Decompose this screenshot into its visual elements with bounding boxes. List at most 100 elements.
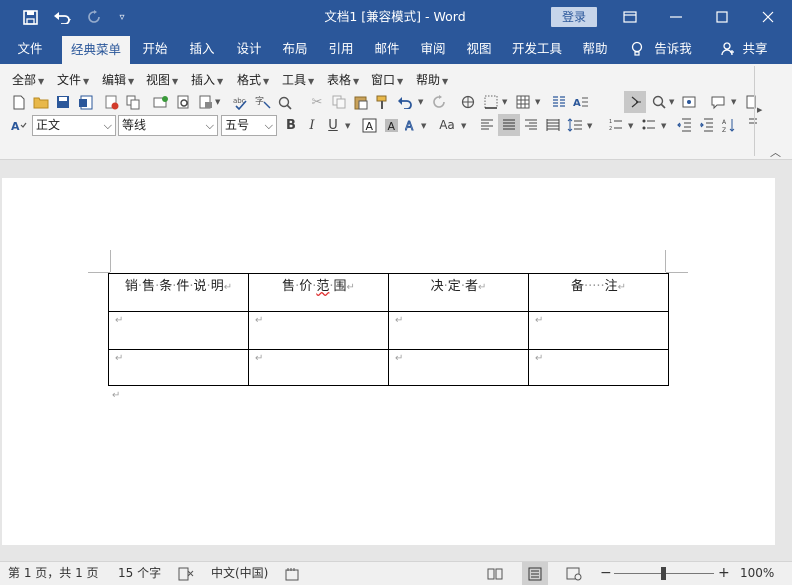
zoom-out-button[interactable]: − <box>600 562 612 585</box>
menu-tools[interactable]: 工具 ▼ <box>282 71 314 89</box>
new-document-icon[interactable] <box>10 93 28 111</box>
bullets-icon[interactable] <box>640 116 658 134</box>
spelling-icon[interactable]: abc <box>232 93 250 111</box>
word-count[interactable]: 15 个字 <box>118 562 161 585</box>
vertical-scrollbar[interactable] <box>776 160 792 561</box>
insert-table-icon[interactable] <box>514 93 532 111</box>
align-justify-icon[interactable] <box>498 114 520 136</box>
collapse-ribbon-icon[interactable]: ︿ <box>770 144 781 160</box>
print-layout-view-icon[interactable] <box>522 562 548 585</box>
undo-toolbar-icon[interactable] <box>396 93 414 111</box>
table-cell[interactable]: ↵ <box>248 349 389 386</box>
tab-developer[interactable]: 开发工具 <box>508 34 566 64</box>
share-button[interactable]: 共享 <box>738 34 772 64</box>
table-cell[interactable]: ↵ <box>388 311 529 350</box>
scroll-right-icon[interactable]: ▶ <box>757 106 762 114</box>
decrease-indent-icon[interactable] <box>675 116 693 134</box>
text-effects-icon[interactable]: A <box>403 116 421 134</box>
line-spacing-icon[interactable] <box>566 116 584 134</box>
table-cell[interactable]: ↵ <box>108 311 249 350</box>
font-size-select[interactable]: 五号 ⌵ <box>221 115 277 136</box>
change-case-icon[interactable]: Aa <box>434 116 460 134</box>
translate-icon[interactable]: 字 <box>254 93 272 111</box>
styles-pane-icon[interactable]: A <box>10 116 28 134</box>
tab-help[interactable]: 帮助 <box>576 34 614 64</box>
document-table[interactable]: 销·售·条·件·说·明↵ 售·价·范·围↵ 决·定·者↵ 备·····注↵ ↵ … <box>108 273 669 386</box>
menu-window[interactable]: 窗口 ▼ <box>371 71 403 89</box>
menu-format[interactable]: 格式 ▼ <box>237 71 269 89</box>
copy-format-icon[interactable] <box>124 93 142 111</box>
style-select[interactable]: 正文 ⌵ <box>32 115 116 136</box>
table-header-cell[interactable]: 销·售·条·件·说·明↵ <box>108 273 249 312</box>
zoom-icon[interactable] <box>650 93 668 111</box>
show-hide-marks-icon[interactable] <box>624 91 646 113</box>
tab-view[interactable]: 视图 <box>460 34 498 64</box>
zoom-level[interactable]: 100% <box>740 562 774 585</box>
menu-table[interactable]: 表格 ▼ <box>327 71 359 89</box>
redo-toolbar-icon[interactable] <box>430 93 448 111</box>
drawing-icon[interactable]: A <box>572 93 590 111</box>
table-cell[interactable]: ↵ <box>108 349 249 386</box>
read-mode-icon[interactable] <box>487 562 503 585</box>
zoom-in-button[interactable]: + <box>718 562 730 585</box>
document-page[interactable]: 销·售·条·件·说·明↵ 售·价·范·围↵ 决·定·者↵ 备·····注↵ ↵ … <box>2 178 775 545</box>
char-shading-icon[interactable]: A <box>382 116 400 134</box>
table-header-cell[interactable]: 决·定·者↵ <box>388 273 529 312</box>
macro-record-icon[interactable] <box>285 562 299 585</box>
sort-icon[interactable]: AZ <box>720 116 738 134</box>
minimize-icon[interactable] <box>656 0 696 34</box>
tab-layout[interactable]: 布局 <box>276 34 314 64</box>
tab-review[interactable]: 审阅 <box>414 34 452 64</box>
reading-mode-icon[interactable] <box>680 93 698 111</box>
menu-help[interactable]: 帮助 ▼ <box>416 71 448 89</box>
tab-classic-menu[interactable]: 经典菜单 <box>62 36 130 64</box>
menu-view[interactable]: 视图 ▼ <box>146 71 178 89</box>
undo-icon[interactable] <box>48 0 78 34</box>
align-right-icon[interactable] <box>522 116 540 134</box>
save-icon[interactable] <box>16 0 44 34</box>
close-icon[interactable] <box>748 0 788 34</box>
save-as-word-icon[interactable] <box>76 93 94 111</box>
menu-edit[interactable]: 编辑 ▼ <box>102 71 134 89</box>
email-icon[interactable] <box>152 93 170 111</box>
web-layout-icon[interactable] <box>566 562 582 585</box>
language[interactable]: 中文(中国) <box>211 562 268 585</box>
underline-icon[interactable]: U <box>324 116 342 134</box>
font-select[interactable]: 等线 ⌵ <box>118 115 218 136</box>
italic-icon[interactable]: I <box>303 116 321 134</box>
menu-all[interactable]: 全部 ▼ <box>12 71 44 89</box>
table-header-cell[interactable]: 售·价·范·围↵ <box>248 273 389 312</box>
sign-in-button[interactable]: 登录 <box>551 7 597 27</box>
increase-indent-icon[interactable] <box>697 116 715 134</box>
maximize-icon[interactable] <box>702 0 742 34</box>
char-border-icon[interactable]: A <box>360 116 378 134</box>
bold-icon[interactable]: B <box>282 116 300 134</box>
table-cell[interactable]: ↵ <box>388 349 529 386</box>
menu-insert[interactable]: 插入 ▼ <box>191 71 223 89</box>
tab-insert[interactable]: 插入 <box>183 34 221 64</box>
redo-icon[interactable] <box>84 0 104 34</box>
customize-quick-access-icon[interactable]: ▿ <box>114 0 130 34</box>
save-icon-toolbar[interactable] <box>54 93 72 111</box>
columns-icon[interactable] <box>550 93 568 111</box>
zoom-slider-handle[interactable] <box>661 567 666 580</box>
table-cell[interactable]: ↵ <box>528 349 669 386</box>
proofing-icon[interactable] <box>178 562 194 585</box>
share-person-icon[interactable] <box>720 34 736 64</box>
align-left-icon[interactable] <box>478 116 496 134</box>
menu-file[interactable]: 文件 ▼ <box>57 71 89 89</box>
tab-design[interactable]: 设计 <box>230 34 268 64</box>
table-cell[interactable]: ↵ <box>528 311 669 350</box>
format-painter-icon[interactable] <box>374 93 392 111</box>
lightbulb-icon[interactable] <box>628 34 646 64</box>
table-header-cell[interactable]: 备·····注↵ <box>528 273 669 312</box>
numbering-icon[interactable]: 12 <box>607 116 625 134</box>
ribbon-scrollbar[interactable]: ▶ <box>754 66 766 156</box>
open-folder-icon[interactable] <box>32 93 50 111</box>
copy-icon[interactable] <box>330 93 348 111</box>
page-count[interactable]: 第 1 页，共 1 页 <box>8 562 99 585</box>
print-icon[interactable] <box>196 93 214 111</box>
table-cell[interactable]: ↵ <box>248 311 389 350</box>
borders-icon[interactable] <box>482 93 500 111</box>
cut-icon[interactable]: ✂ <box>308 93 326 111</box>
